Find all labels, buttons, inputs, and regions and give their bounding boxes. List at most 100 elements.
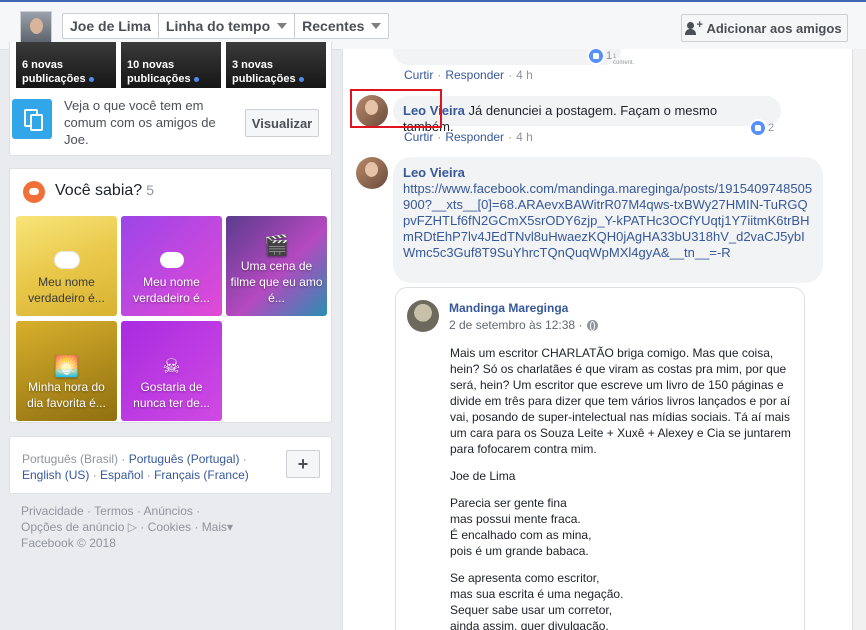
comment-time[interactable]: 4 h bbox=[516, 68, 533, 82]
footer-link[interactable]: Anúncios bbox=[144, 504, 193, 518]
clapper-icon: 🎬 bbox=[264, 235, 289, 257]
friend-new-posts-label: publicações bbox=[232, 73, 296, 85]
tab-recent-label: Recentes bbox=[302, 18, 365, 34]
ad-choices-icon: ▷ bbox=[127, 520, 137, 534]
reply-link[interactable]: Responder bbox=[445, 130, 504, 144]
post-paragraph: Joe de Lima bbox=[450, 469, 516, 483]
reaction-count-value: 1 bbox=[606, 50, 613, 62]
skull-icon: ☠ bbox=[162, 356, 181, 378]
fact-tile[interactable]: Meu nome verdadeiro é... bbox=[16, 216, 117, 316]
footer-link[interactable]: Termos bbox=[94, 504, 133, 518]
cloud-icon bbox=[159, 252, 184, 268]
comment-author[interactable]: Leo Vieira bbox=[403, 165, 813, 181]
copyright: Facebook © 2018 bbox=[21, 536, 116, 550]
like-icon bbox=[751, 121, 765, 135]
comment-bubble: Leo Vieira Já denunciei a postagem. Faça… bbox=[393, 96, 781, 134]
footer-link[interactable]: Mais bbox=[202, 520, 227, 534]
friend-new-posts-count: 6 novas bbox=[22, 59, 63, 71]
tab-recent[interactable]: Recentes bbox=[295, 14, 388, 38]
shared-post-link[interactable]: https://www.facebook.com/mandinga.maregi… bbox=[403, 181, 813, 261]
fact-label: Minha hora do dia favorita é... bbox=[27, 380, 106, 410]
highlight-box bbox=[350, 89, 442, 128]
tab-profile-name[interactable]: Joe de Lima bbox=[63, 14, 159, 38]
profile-tabs: Joe de Lima Linha do tempo Recentes bbox=[62, 13, 390, 39]
shared-post-author[interactable]: Mandinga Mareginga bbox=[449, 301, 568, 315]
tab-timeline-label: Linha do tempo bbox=[165, 18, 271, 34]
friend-thumbnail[interactable]: 10 novas publicações bbox=[121, 42, 221, 88]
unread-dot-icon bbox=[88, 76, 94, 82]
like-link[interactable]: Curtir bbox=[404, 130, 433, 144]
globe-icon bbox=[587, 319, 599, 331]
view-button[interactable]: Visualizar bbox=[245, 109, 319, 137]
sunset-icon: 🌅 bbox=[54, 356, 79, 378]
fact-label: Gostaria de nunca ter de... bbox=[133, 380, 210, 410]
comment-actions: Curtir · Responder · 4 h bbox=[404, 130, 533, 144]
caret-down-icon: ▾ bbox=[227, 520, 234, 534]
did-you-know-count: 5 bbox=[146, 182, 154, 198]
reaction-count-value: 2 bbox=[768, 122, 775, 134]
comment-actions: Curtir · Responder · 4 h bbox=[404, 68, 533, 82]
language-link[interactable]: Français (France) bbox=[154, 468, 249, 482]
language-link[interactable]: Português (Portugal) bbox=[129, 452, 240, 466]
did-you-know-title-text: Você sabia? bbox=[55, 182, 143, 199]
reaction-count[interactable]: 1 bbox=[589, 49, 612, 63]
compare-friends-icon bbox=[12, 99, 52, 139]
language-selector-card: Português (Brasil) · Português (Portugal… bbox=[9, 436, 332, 494]
add-friend-button[interactable]: + Adicionar aos amigos bbox=[681, 14, 848, 42]
friend-thumbnail[interactable]: 6 novas publicações bbox=[16, 42, 116, 88]
did-you-know-title: Você sabia? 5 bbox=[55, 182, 154, 200]
add-friend-label: Adicionar aos amigos bbox=[706, 20, 842, 36]
footer-links: Privacidade · Termos · Anúncios · Opções… bbox=[21, 504, 234, 550]
footer-link[interactable]: Privacidade bbox=[21, 504, 84, 518]
commenter-avatar[interactable] bbox=[356, 157, 388, 189]
chevron-down-icon bbox=[371, 23, 382, 29]
shared-post-meta: 2 de setembro às 12:38 · bbox=[449, 318, 599, 332]
fact-label: Meu nome verdadeiro é... bbox=[28, 275, 105, 305]
like-icon bbox=[589, 49, 603, 63]
language-link[interactable]: English (US) bbox=[22, 468, 89, 482]
fact-tile[interactable]: 🎬 Uma cena de filme que eu amo é... bbox=[226, 216, 327, 316]
reply-link[interactable]: Responder bbox=[445, 68, 504, 82]
friend-new-posts-label: publicações bbox=[127, 73, 191, 85]
did-you-know-card: Você sabia? 5 Meu nome verdadeiro é... Me… bbox=[9, 168, 332, 423]
fact-tile[interactable]: ☠ Gostaria de nunca ter de... bbox=[121, 321, 222, 421]
chevron-down-icon bbox=[277, 23, 288, 29]
like-link[interactable]: Curtir bbox=[404, 68, 433, 82]
footer-link[interactable]: Opções de anúncio bbox=[21, 520, 124, 534]
tab-profile-name-label: Joe de Lima bbox=[70, 18, 151, 34]
friend-new-posts-count: 10 novas bbox=[127, 59, 175, 71]
chat-bubble-icon bbox=[23, 181, 45, 203]
shared-post-preview[interactable]: Mandinga Mareginga 2 de setembro às 12:3… bbox=[395, 287, 805, 630]
shared-post-body: Mais um escritor CHARLATÃO briga comigo.… bbox=[450, 345, 800, 630]
friend-thumbnail[interactable]: 3 novas publicações bbox=[226, 42, 326, 88]
comment-time[interactable]: 4 h bbox=[516, 130, 533, 144]
post-paragraph: Mais um escritor CHARLATÃO briga comigo.… bbox=[450, 346, 791, 456]
language-link[interactable]: Español bbox=[100, 468, 143, 482]
fact-label: Meu nome verdadeiro é... bbox=[133, 275, 210, 305]
post-paragraph: Se apresenta como escritor, mas sua escr… bbox=[450, 571, 624, 630]
unread-dot-icon bbox=[193, 76, 199, 82]
language-list: Português (Brasil) · Português (Portugal… bbox=[22, 452, 249, 482]
current-language: Português (Brasil) bbox=[22, 452, 119, 466]
reaction-count[interactable]: 2 bbox=[751, 121, 774, 135]
friend-new-posts-label: publicações bbox=[22, 73, 86, 85]
tab-timeline[interactable]: Linha do tempo bbox=[159, 14, 296, 38]
fact-tile[interactable]: Meu nome verdadeiro é... bbox=[121, 216, 222, 316]
scrollbar[interactable] bbox=[853, 49, 866, 630]
profile-avatar[interactable] bbox=[20, 11, 52, 43]
post-paragraph: Parecia ser gente fina mas possui mente … bbox=[450, 496, 592, 558]
friend-new-posts-count: 3 novas bbox=[232, 59, 273, 71]
comment-bubble: Leo Vieira https://www.facebook.com/mand… bbox=[393, 157, 823, 283]
comment-feed: 1 coment. 1 Curtir · Responder · 4 h Leo Vie… bbox=[342, 49, 853, 630]
unread-dot-icon bbox=[298, 76, 304, 82]
fact-tile[interactable]: 🌅 Minha hora do dia favorita é... bbox=[16, 321, 117, 421]
cloud-icon bbox=[54, 252, 79, 268]
previous-comment-note: 1 coment. bbox=[613, 54, 635, 66]
page-avatar[interactable] bbox=[407, 300, 439, 332]
footer-link[interactable]: Cookies bbox=[148, 520, 191, 534]
add-language-button[interactable]: + bbox=[286, 450, 320, 478]
compare-friends-text: Veja o que você tem em comum com os amig… bbox=[64, 98, 216, 147]
fact-label: Uma cena de filme que eu amo é... bbox=[230, 259, 323, 305]
shared-post-date[interactable]: 2 de setembro às 12:38 · bbox=[449, 318, 582, 332]
add-friend-icon: + bbox=[685, 19, 703, 35]
